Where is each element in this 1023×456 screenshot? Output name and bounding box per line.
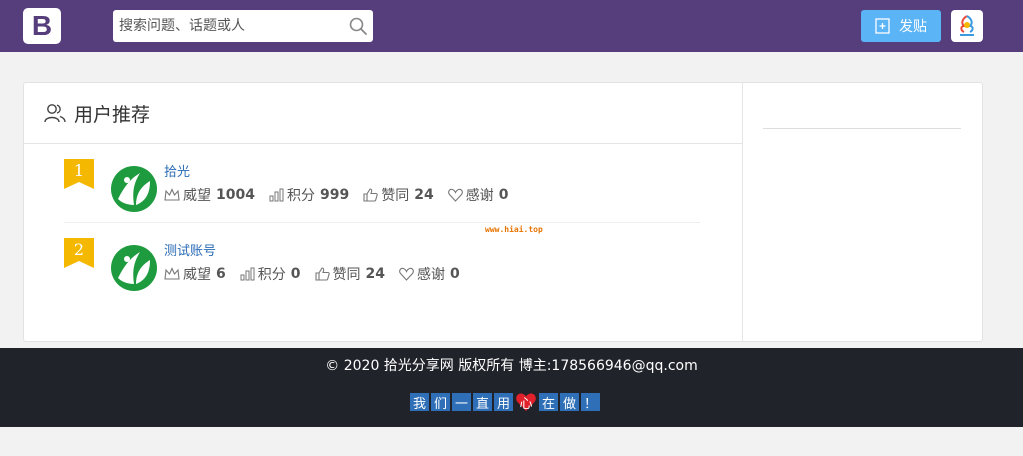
- stat-label: 感谢: [465, 188, 494, 204]
- stat-points: 积分 0: [240, 264, 301, 284]
- rank-number: 2: [73, 240, 85, 259]
- sidebar-divider: [763, 128, 961, 129]
- crown-icon: [164, 267, 180, 280]
- user-avatar[interactable]: [951, 10, 983, 42]
- stat-thanks: 感谢 0: [447, 185, 509, 205]
- search-icon[interactable]: [348, 16, 368, 36]
- stat-value: 0: [290, 266, 301, 282]
- user-recommend-panel: 用户推荐 1 拾光 威望 1004 积分 999 赞同 24 感谢 0 2 测试…: [24, 83, 743, 341]
- section-header: 用户推荐: [24, 83, 742, 144]
- copyright-text: © 2020 拾光分享网 版权所有 博主:178566946@qq.com: [325, 358, 698, 374]
- user-stats: 威望 6 积分 0 赞同 24 感谢 0: [164, 264, 474, 284]
- user-stats: 威望 1004 积分 999 赞同 24 感谢 0: [164, 185, 522, 205]
- thumbs-up-icon: [314, 267, 330, 281]
- stat-label: 威望: [183, 267, 211, 283]
- stat-points: 积分 999: [269, 185, 349, 205]
- user-row: 1 拾光 威望 1004 积分 999 赞同 24 感谢 0: [64, 145, 700, 223]
- bar-chart-icon: [269, 188, 284, 202]
- slogan-char: 做: [560, 393, 579, 412]
- user-avatar-logo[interactable]: [110, 244, 158, 292]
- post-button-label: 发贴: [899, 19, 927, 35]
- slogan-char: 一: [452, 393, 471, 412]
- watermark-text: www.hiai.top: [485, 225, 543, 234]
- post-button[interactable]: 发贴: [861, 10, 941, 42]
- sidebar-panel: [743, 83, 982, 341]
- rank-number: 1: [73, 161, 85, 180]
- slogan-char: 们: [431, 393, 450, 412]
- stat-value: 24: [414, 187, 434, 203]
- top-navbar: B 发贴: [0, 0, 1023, 52]
- stat-prestige: 威望 1004: [164, 185, 255, 205]
- stat-label: 赞同: [332, 267, 361, 283]
- add-post-icon: [875, 18, 890, 34]
- user-avatar-logo[interactable]: [110, 165, 158, 213]
- stat-value: 1004: [216, 187, 255, 203]
- search-box: [113, 10, 373, 42]
- stat-value: 0: [449, 266, 460, 282]
- crown-icon: [164, 188, 180, 201]
- stat-likes: 赞同 24: [314, 264, 385, 284]
- rank-badge: 2: [64, 238, 94, 268]
- stat-value: 6: [216, 266, 226, 282]
- page-footer: © 2020 拾光分享网 版权所有 博主:178566946@qq.com 我 …: [0, 348, 1023, 427]
- section-title: 用户推荐: [74, 103, 151, 126]
- slogan-banner: 我 们 一 直 用 心 在 做 ！: [410, 393, 600, 413]
- stat-likes: 赞同 24: [363, 185, 434, 205]
- slogan-heart: 心: [515, 391, 537, 413]
- stat-label: 赞同: [381, 188, 410, 204]
- stat-value: 0: [498, 187, 509, 203]
- user-name-link[interactable]: 拾光: [164, 161, 190, 180]
- heart-icon: [399, 267, 414, 281]
- user-avatar-image: [960, 15, 974, 36]
- stat-thanks: 感谢 0: [399, 264, 460, 284]
- stat-value: 24: [365, 266, 385, 282]
- user-row: 2 测试账号 威望 6 积分 0 赞同 24 感谢 0: [64, 224, 700, 302]
- slogan-char: 我: [410, 393, 429, 412]
- bar-chart-icon: [240, 267, 255, 281]
- stat-value: 999: [319, 187, 350, 203]
- main-card: 用户推荐 1 拾光 威望 1004 积分 999 赞同 24 感谢 0 2 测试…: [23, 82, 983, 342]
- heart-icon: [447, 188, 463, 202]
- users-icon: [44, 104, 66, 123]
- stat-label: 积分: [257, 267, 286, 283]
- slogan-char: 在: [539, 393, 558, 412]
- slogan-char: 直: [473, 393, 492, 412]
- thumbs-up-icon: [363, 188, 378, 202]
- slogan-char: ！: [581, 393, 600, 412]
- stat-prestige: 威望 6: [164, 264, 226, 284]
- user-name-link[interactable]: 测试账号: [164, 240, 216, 259]
- site-logo[interactable]: B: [23, 8, 61, 44]
- rank-badge: 1: [64, 159, 94, 189]
- slogan-heart-char: 心: [519, 396, 533, 412]
- stat-label: 威望: [183, 188, 211, 204]
- logo-letter: B: [31, 10, 53, 41]
- search-input[interactable]: [113, 10, 373, 42]
- stat-label: 感谢: [416, 267, 445, 283]
- slogan-char: 用: [494, 393, 513, 412]
- stat-label: 积分: [286, 188, 315, 204]
